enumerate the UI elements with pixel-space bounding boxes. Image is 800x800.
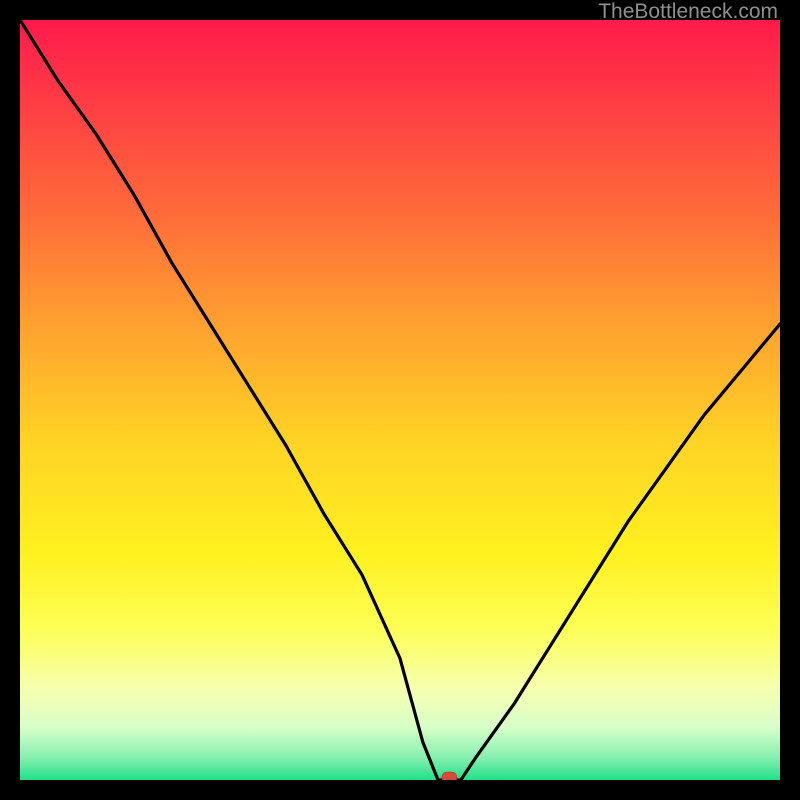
- watermark-text: TheBottleneck.com: [598, 0, 778, 24]
- bottleneck-chart: [20, 20, 780, 780]
- optimum-marker: [442, 772, 457, 780]
- chart-frame: [20, 20, 780, 780]
- chart-background: [20, 20, 780, 780]
